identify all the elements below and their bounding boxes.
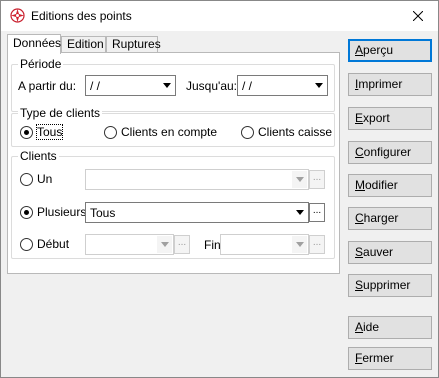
- apercu-button[interactable]: Aperçu: [348, 39, 432, 62]
- debut-combo[interactable]: [85, 234, 174, 255]
- modifier-label: odifier: [365, 178, 398, 192]
- debut-dropdown[interactable]: [157, 236, 172, 253]
- to-date-dropdown[interactable]: [311, 77, 326, 94]
- charger-label: harger: [363, 211, 399, 225]
- debut-browse-dots: ...: [177, 237, 187, 248]
- tab-edition[interactable]: Edition: [61, 36, 106, 53]
- aide-accel: A: [355, 320, 364, 334]
- type-clients-group: Type de clients Tous Clients en compte C…: [11, 106, 335, 147]
- radio-plusieurs-circle[interactable]: [20, 206, 33, 219]
- chevron-down-icon: [295, 242, 304, 247]
- chevron-down-icon: [160, 242, 169, 247]
- dialog-window: Editions des points Données Edition Rupt…: [0, 0, 439, 378]
- fin-browse-dots: ...: [312, 237, 322, 248]
- type-clients-title: Type de clients: [18, 106, 103, 120]
- export-accel: E: [355, 111, 364, 125]
- export-label: xport: [363, 111, 390, 125]
- sauver-accel: S: [355, 245, 364, 259]
- un-combo[interactable]: [85, 169, 309, 190]
- radio-un-label: Un: [37, 172, 53, 186]
- from-date-value: / /: [90, 79, 101, 93]
- chevron-down-icon: [295, 210, 304, 215]
- debut-browse-button[interactable]: ...: [174, 235, 190, 254]
- charger-button[interactable]: Charger: [348, 207, 432, 230]
- title-bar: Editions des points: [1, 1, 438, 31]
- supprimer-accel: S: [355, 278, 364, 292]
- fermer-button[interactable]: Fermer: [348, 347, 432, 370]
- fin-browse-button[interactable]: ...: [309, 235, 325, 254]
- configurer-accel: C: [355, 145, 364, 159]
- app-icon: [10, 8, 25, 23]
- plusieurs-browse-button[interactable]: ...: [309, 203, 325, 222]
- modifier-button[interactable]: Modifier: [348, 174, 432, 197]
- radio-tous-circle[interactable]: [20, 126, 33, 139]
- charger-accel: C: [355, 211, 364, 225]
- tab-donnees[interactable]: Données: [7, 34, 61, 54]
- close-icon: [413, 10, 423, 21]
- imprimer-label: mprimer: [358, 77, 403, 91]
- window-title: Editions des points: [31, 9, 132, 23]
- from-date-combo[interactable]: / /: [85, 75, 176, 96]
- from-label: A partir du:: [18, 79, 77, 93]
- aide-label: ide: [363, 320, 380, 334]
- to-date-value: / /: [242, 79, 253, 93]
- clients-title: Clients: [18, 149, 59, 163]
- to-date-combo[interactable]: / /: [237, 75, 328, 96]
- periode-title: Période: [18, 57, 64, 71]
- plusieurs-combo[interactable]: Tous: [85, 202, 309, 223]
- configurer-label: onfigurer: [363, 145, 412, 159]
- radio-debut-label: Début: [37, 237, 70, 251]
- chevron-down-icon: [162, 83, 171, 88]
- radio-debut-circle[interactable]: [20, 238, 33, 251]
- apercu-label: perçu: [363, 43, 394, 57]
- to-label: Jusqu'au:: [186, 79, 237, 93]
- periode-group: Période A partir du: / / Jusqu'au: / /: [11, 57, 335, 112]
- un-browse-dots: ...: [312, 172, 322, 183]
- close-button[interactable]: [398, 1, 438, 30]
- tab-donnees-label: Données: [13, 36, 62, 50]
- plusieurs-browse-dots: ...: [312, 205, 322, 216]
- radio-clients-caisse-label: Clients caisse: [258, 125, 333, 139]
- modifier-accel: M: [355, 178, 365, 192]
- supprimer-button[interactable]: Supprimer: [348, 274, 432, 297]
- fin-label: Fin: [204, 238, 221, 252]
- configurer-button[interactable]: Configurer: [348, 141, 432, 164]
- sauver-button[interactable]: Sauver: [348, 241, 432, 264]
- radio-tous-label: Tous: [35, 124, 64, 140]
- radio-un-circle[interactable]: [20, 173, 33, 186]
- imprimer-button[interactable]: Imprimer: [348, 73, 432, 96]
- export-button[interactable]: Export: [348, 107, 432, 130]
- apercu-accel: A: [355, 43, 364, 57]
- tab-panel-donnees: Période A partir du: / / Jusqu'au: / / T…: [7, 52, 340, 274]
- plusieurs-value: Tous: [90, 206, 116, 220]
- tab-ruptures[interactable]: Ruptures: [106, 36, 161, 53]
- radio-clients-en-compte-label: Clients en compte: [121, 125, 218, 139]
- radio-plusieurs-label: Plusieurs: [37, 205, 87, 219]
- fermer-label: ermer: [362, 351, 394, 365]
- from-date-dropdown[interactable]: [159, 77, 174, 94]
- radio-clients-en-compte-circle[interactable]: [104, 126, 117, 139]
- fin-dropdown[interactable]: [292, 236, 307, 253]
- chevron-down-icon: [314, 83, 323, 88]
- un-browse-button[interactable]: ...: [309, 170, 325, 189]
- un-dropdown[interactable]: [292, 171, 307, 188]
- supprimer-label: upprimer: [363, 278, 411, 292]
- radio-clients-caisse-circle[interactable]: [241, 126, 254, 139]
- tab-edition-label: Edition: [67, 37, 104, 51]
- plusieurs-dropdown[interactable]: [292, 204, 307, 221]
- tab-ruptures-label: Ruptures: [112, 37, 161, 51]
- fin-combo[interactable]: [220, 234, 309, 255]
- sauver-label: auver: [363, 245, 394, 259]
- aide-button[interactable]: Aide: [348, 316, 432, 339]
- chevron-down-icon: [295, 177, 304, 182]
- clients-group: Clients Un ... Plusieurs Tous ... Début …: [11, 149, 335, 259]
